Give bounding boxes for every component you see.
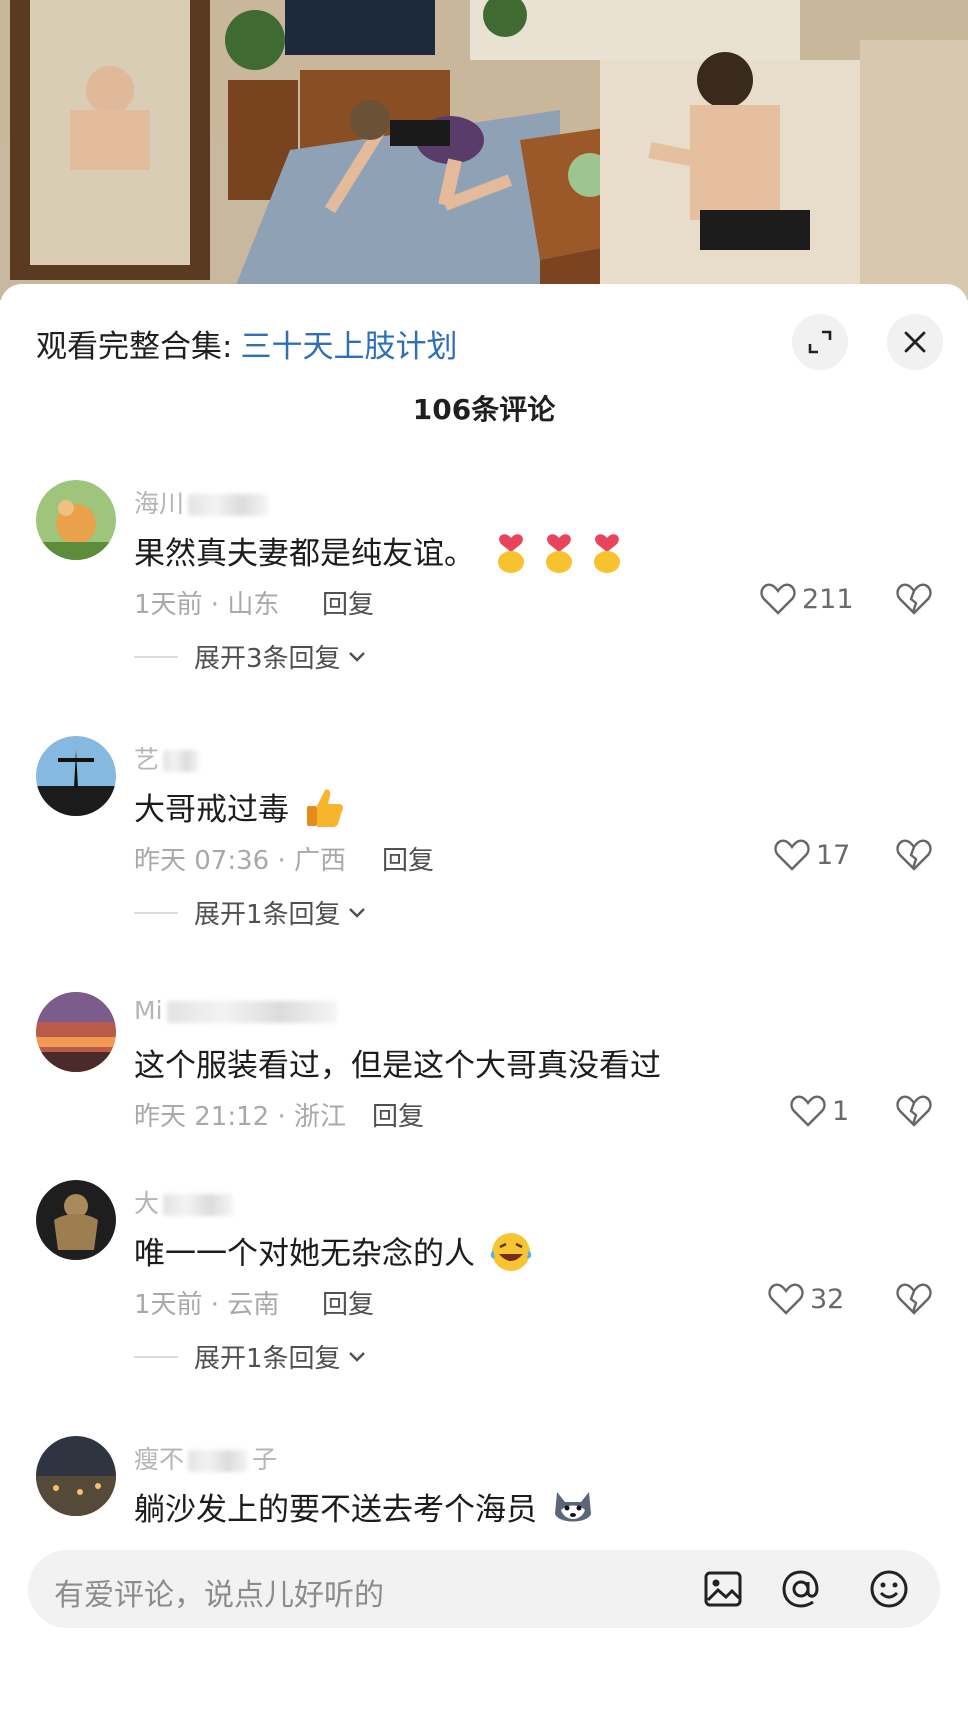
like-count: 17 — [816, 839, 851, 871]
comment-item: 艺 大哥戒过毒 昨天 07:36 · 广西 回复 17 展开1条回复 — [0, 736, 968, 976]
like-button[interactable]: 17 — [774, 838, 850, 872]
video-scene-illustration — [0, 0, 968, 300]
avatar-image — [36, 736, 116, 816]
expand-replies-button[interactable]: 展开1条回复 — [134, 1338, 367, 1375]
thumbs-up-emoji — [303, 786, 347, 838]
heart-icon — [790, 1095, 826, 1127]
broken-heart-icon — [896, 583, 932, 615]
comment-text: 这个服装看过，但是这个大哥真没看过 — [134, 1048, 661, 1084]
comment-item: 瘦不子 躺沙发上的要不送去考个海员 — [0, 1436, 968, 1556]
comment-meta: 昨天 07:36 · 广西 — [134, 846, 346, 876]
dislike-button[interactable] — [896, 838, 932, 876]
expand-button[interactable] — [792, 314, 848, 370]
avatar-image — [36, 1180, 116, 1260]
blurred-username — [166, 1001, 337, 1023]
comment-sheet: 观看完整合集: 三十天上肢计划 106条评论 海川 果然真夫妻都是纯友谊。 1天… — [0, 284, 968, 1717]
video-frame[interactable] — [0, 0, 968, 300]
like-button[interactable]: 211 — [760, 582, 854, 616]
avatar[interactable] — [36, 992, 116, 1072]
blurred-username — [188, 494, 269, 516]
laughing-crying-emoji — [489, 1230, 533, 1282]
blurred-username — [188, 1450, 249, 1472]
reply-button[interactable]: 回复 — [322, 1284, 374, 1321]
dislike-button[interactable] — [896, 582, 932, 620]
avatar-image — [36, 992, 116, 1072]
comment-input-bar[interactable]: 有爱评论，说点儿好听的 — [28, 1550, 940, 1628]
username[interactable]: 瘦不子 — [134, 1440, 277, 1476]
comment-item: Mi 这个服装看过，但是这个大哥真没看过 昨天 21:12 · 浙江 回复 1 — [0, 992, 968, 1162]
expand-replies-button[interactable]: 展开1条回复 — [134, 894, 367, 931]
username[interactable]: Mi — [134, 996, 337, 1025]
blurred-username — [163, 1194, 234, 1216]
dislike-button[interactable] — [896, 1282, 932, 1320]
reply-button[interactable]: 回复 — [372, 1096, 424, 1133]
like-button[interactable]: 32 — [768, 1282, 844, 1316]
avatar[interactable] — [36, 736, 116, 816]
chevron-down-icon — [348, 907, 365, 918]
username[interactable]: 艺 — [134, 740, 200, 776]
like-count: 32 — [810, 1283, 845, 1315]
image-icon[interactable] — [702, 1568, 744, 1610]
blurred-username — [163, 750, 200, 772]
mention-icon[interactable] — [780, 1568, 822, 1610]
username[interactable]: 海川 — [134, 484, 269, 520]
heart-icon — [774, 839, 810, 871]
like-count: 1 — [832, 1095, 850, 1127]
collection-link[interactable]: 三十天上肢计划 — [240, 321, 457, 366]
comment-count: 106条评论 — [412, 393, 556, 426]
comment-text: 躺沙发上的要不送去考个海员 — [134, 1484, 595, 1536]
expand-icon — [808, 330, 832, 354]
comment-text: 大哥戒过毒 — [134, 784, 347, 838]
close-button[interactable] — [887, 314, 943, 370]
like-count: 211 — [802, 583, 854, 615]
finger-heart-emoji — [489, 530, 639, 582]
avatar-image — [36, 1436, 116, 1516]
broken-heart-icon — [896, 1283, 932, 1315]
close-icon — [904, 331, 926, 353]
husky-emoji — [551, 1488, 595, 1536]
collection-header: 观看完整合集: 三十天上肢计划 — [36, 318, 457, 368]
dislike-button[interactable] — [896, 1094, 932, 1132]
chevron-down-icon — [348, 1351, 365, 1362]
comment-meta: 昨天 21:12 · 浙江 — [134, 1102, 346, 1132]
broken-heart-icon — [896, 1095, 932, 1127]
comment-item: 海川 果然真夫妻都是纯友谊。 1天前 · 山东 回复 211 展开3条回复 — [0, 480, 968, 720]
comment-input[interactable]: 有爱评论，说点儿好听的 — [54, 1570, 384, 1614]
heart-icon — [760, 583, 796, 615]
avatar[interactable] — [36, 1180, 116, 1260]
divider-line — [134, 1355, 178, 1358]
reply-button[interactable]: 回复 — [382, 840, 434, 877]
comment-meta: 1天前 · 云南 — [134, 1290, 280, 1320]
avatar-image — [36, 480, 116, 560]
chevron-down-icon — [348, 651, 365, 662]
avatar[interactable] — [36, 1436, 116, 1516]
broken-heart-icon — [896, 839, 932, 871]
comment-meta: 1天前 · 山东 — [134, 590, 280, 620]
avatar[interactable] — [36, 480, 116, 560]
username[interactable]: 大 — [134, 1184, 234, 1220]
comment-item: 大 唯一一个对她无杂念的人 1天前 · 云南 回复 32 展开1条回复 — [0, 1180, 968, 1420]
comment-text: 唯一一个对她无杂念的人 — [134, 1228, 533, 1282]
divider-line — [134, 911, 178, 914]
like-button[interactable]: 1 — [790, 1094, 849, 1128]
emoji-icon[interactable] — [868, 1568, 910, 1610]
heart-icon — [768, 1283, 804, 1315]
reply-button[interactable]: 回复 — [322, 584, 374, 621]
collection-prefix: 观看完整合集: — [36, 328, 233, 365]
comment-text: 果然真夫妻都是纯友谊。 — [134, 528, 639, 582]
divider-line — [134, 655, 178, 658]
expand-replies-button[interactable]: 展开3条回复 — [134, 638, 367, 675]
